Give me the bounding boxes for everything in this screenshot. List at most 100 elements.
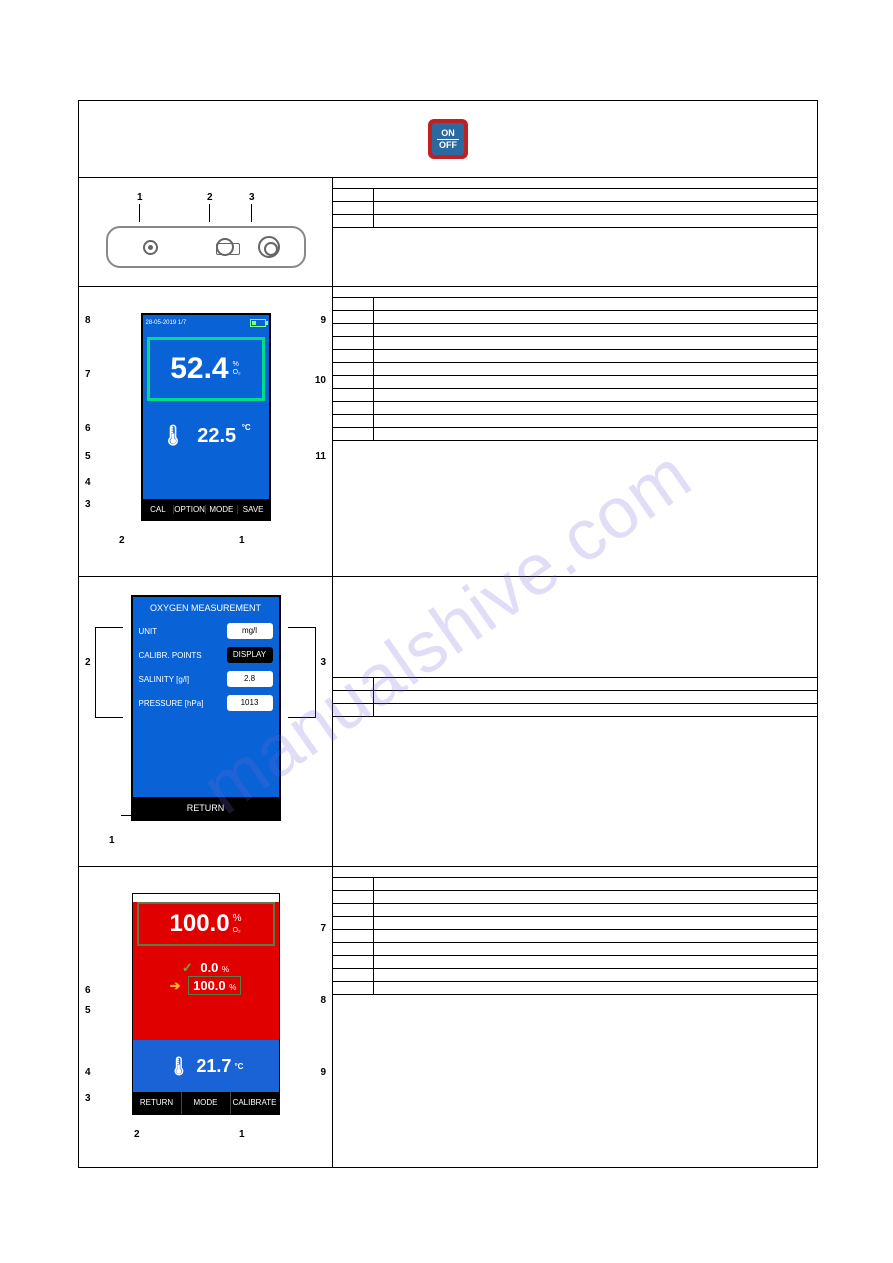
date-time: 28-05-2019 1/7 — [146, 320, 187, 326]
table-menu — [333, 677, 817, 717]
table-row — [333, 189, 817, 202]
label-3: 3 — [85, 499, 91, 510]
connector-1-icon — [143, 240, 158, 255]
btn-option[interactable]: OPTION — [174, 505, 206, 514]
label-4: 4 — [85, 1067, 91, 1078]
calib-temp-value: 21.7 — [196, 1056, 231, 1077]
table-row — [333, 389, 817, 402]
btn-save[interactable]: SAVE — [238, 505, 269, 514]
table-row — [333, 891, 817, 904]
label-8: 8 — [85, 315, 91, 326]
btn-mode[interactable]: MODE — [182, 1092, 231, 1114]
label-4: 4 — [85, 477, 91, 488]
label-8: 8 — [320, 995, 326, 1006]
table-row — [333, 337, 817, 350]
temp-unit: °C — [242, 423, 251, 432]
row-calibration: 6 5 4 3 2 1 7 8 9 100.0 %O₂ ✓ 0.0 — [79, 867, 817, 1167]
btn-return[interactable]: RETURN — [133, 797, 279, 819]
header-row: ON OFF — [79, 101, 817, 178]
label-9: 9 — [320, 315, 326, 326]
device-screen-menu: OXYGEN MEASUREMENT UNIT mg/l CALIBR. POI… — [131, 595, 281, 821]
table-measurement — [333, 297, 817, 441]
connector-3-icon — [258, 236, 280, 258]
thermometer-icon: 🌡 — [168, 1056, 191, 1077]
btn-calibrate[interactable]: CALIBRATE — [231, 1092, 279, 1114]
menu-row-salinity[interactable]: SALINITY [g/l] 2.8 — [133, 667, 279, 691]
table-row — [333, 943, 817, 956]
table-row — [333, 350, 817, 363]
table-row — [333, 904, 817, 917]
table-row — [333, 691, 817, 704]
row-menu: 2 3 1 OXYGEN MEASUREMENT UNIT mg/l CALIB… — [79, 577, 817, 867]
temp-value: 22.5 — [197, 425, 236, 447]
label-3: 3 — [249, 192, 255, 203]
on-label: ON — [432, 128, 464, 139]
table-row — [333, 376, 817, 389]
label-10: 10 — [315, 375, 326, 386]
table-row — [333, 704, 817, 717]
table-connectors — [333, 188, 817, 228]
btn-mode[interactable]: MODE — [206, 505, 238, 514]
battery-icon — [250, 319, 266, 327]
table-row — [333, 298, 817, 311]
table-row — [333, 402, 817, 415]
page-border: ON OFF 1 2 3 — [78, 100, 818, 1168]
menu-row-calibr-points[interactable]: CALIBR. POINTS DISPLAY — [133, 643, 279, 667]
calib-row-1: ✓ 0.0 % — [133, 960, 279, 976]
calib-temp-row: 🌡 21.7 °C — [133, 1040, 279, 1092]
device-screen-calibration: 100.0 %O₂ ✓ 0.0 % ➔ 100.0 % — [132, 893, 280, 1115]
main-unit-top: % — [233, 361, 239, 368]
label-1: 1 — [239, 1129, 245, 1140]
table-row — [333, 678, 817, 691]
connector-2-icon — [216, 238, 234, 256]
table-row — [333, 969, 817, 982]
device-screen-measurement: 28-05-2019 1/7 52.4 % O₂ 🌡 22.5 °C — [141, 313, 271, 521]
table-calibration — [333, 877, 817, 995]
calib-top-value: 100.0 — [170, 910, 230, 938]
check-icon: ✓ — [182, 960, 193, 975]
label-9: 9 — [320, 1067, 326, 1078]
label-2: 2 — [85, 657, 91, 668]
btn-cal[interactable]: CAL — [143, 505, 175, 514]
table-row — [333, 982, 817, 995]
label-2: 2 — [134, 1129, 140, 1140]
table-row — [333, 415, 817, 428]
label-5: 5 — [85, 451, 91, 462]
label-7: 7 — [320, 923, 326, 934]
table-row — [333, 202, 817, 215]
label-1: 1 — [109, 835, 115, 846]
label-6: 6 — [85, 985, 91, 996]
label-1: 1 — [137, 192, 143, 203]
menu-row-pressure[interactable]: PRESSURE [hPa] 1013 — [133, 691, 279, 715]
thermometer-icon: 🌡 — [160, 425, 185, 447]
table-row — [333, 917, 817, 930]
label-7: 7 — [85, 369, 91, 380]
table-row — [333, 428, 817, 441]
calib-row-2: ➔ 100.0 % — [133, 976, 279, 995]
table-row — [333, 363, 817, 376]
row-connectors: 1 2 3 — [79, 178, 817, 287]
label-5: 5 — [85, 1005, 91, 1016]
label-6: 6 — [85, 423, 91, 434]
calib-temp-unit: °C — [234, 1062, 243, 1071]
table-row — [333, 930, 817, 943]
label-11: 11 — [315, 451, 326, 462]
temperature-row: 🌡 22.5 °C — [143, 423, 269, 448]
menu-title: OXYGEN MEASUREMENT — [133, 597, 279, 619]
connector-panel — [106, 226, 306, 268]
table-row — [333, 878, 817, 891]
btn-return[interactable]: RETURN — [133, 1092, 182, 1114]
main-unit-bot: O₂ — [233, 369, 241, 376]
arrow-right-icon: ➔ — [170, 978, 181, 993]
table-row — [333, 956, 817, 969]
off-label: OFF — [432, 140, 464, 151]
label-3: 3 — [85, 1093, 91, 1104]
main-reading-box: 52.4 % O₂ — [147, 337, 265, 401]
menu-row-unit[interactable]: UNIT mg/l — [133, 619, 279, 643]
table-row — [333, 324, 817, 337]
on-off-button-icon: ON OFF — [428, 119, 468, 159]
main-value: 52.4 — [170, 352, 228, 386]
calib-top-box: 100.0 %O₂ — [137, 902, 275, 946]
label-2: 2 — [207, 192, 213, 203]
label-3: 3 — [320, 657, 326, 668]
